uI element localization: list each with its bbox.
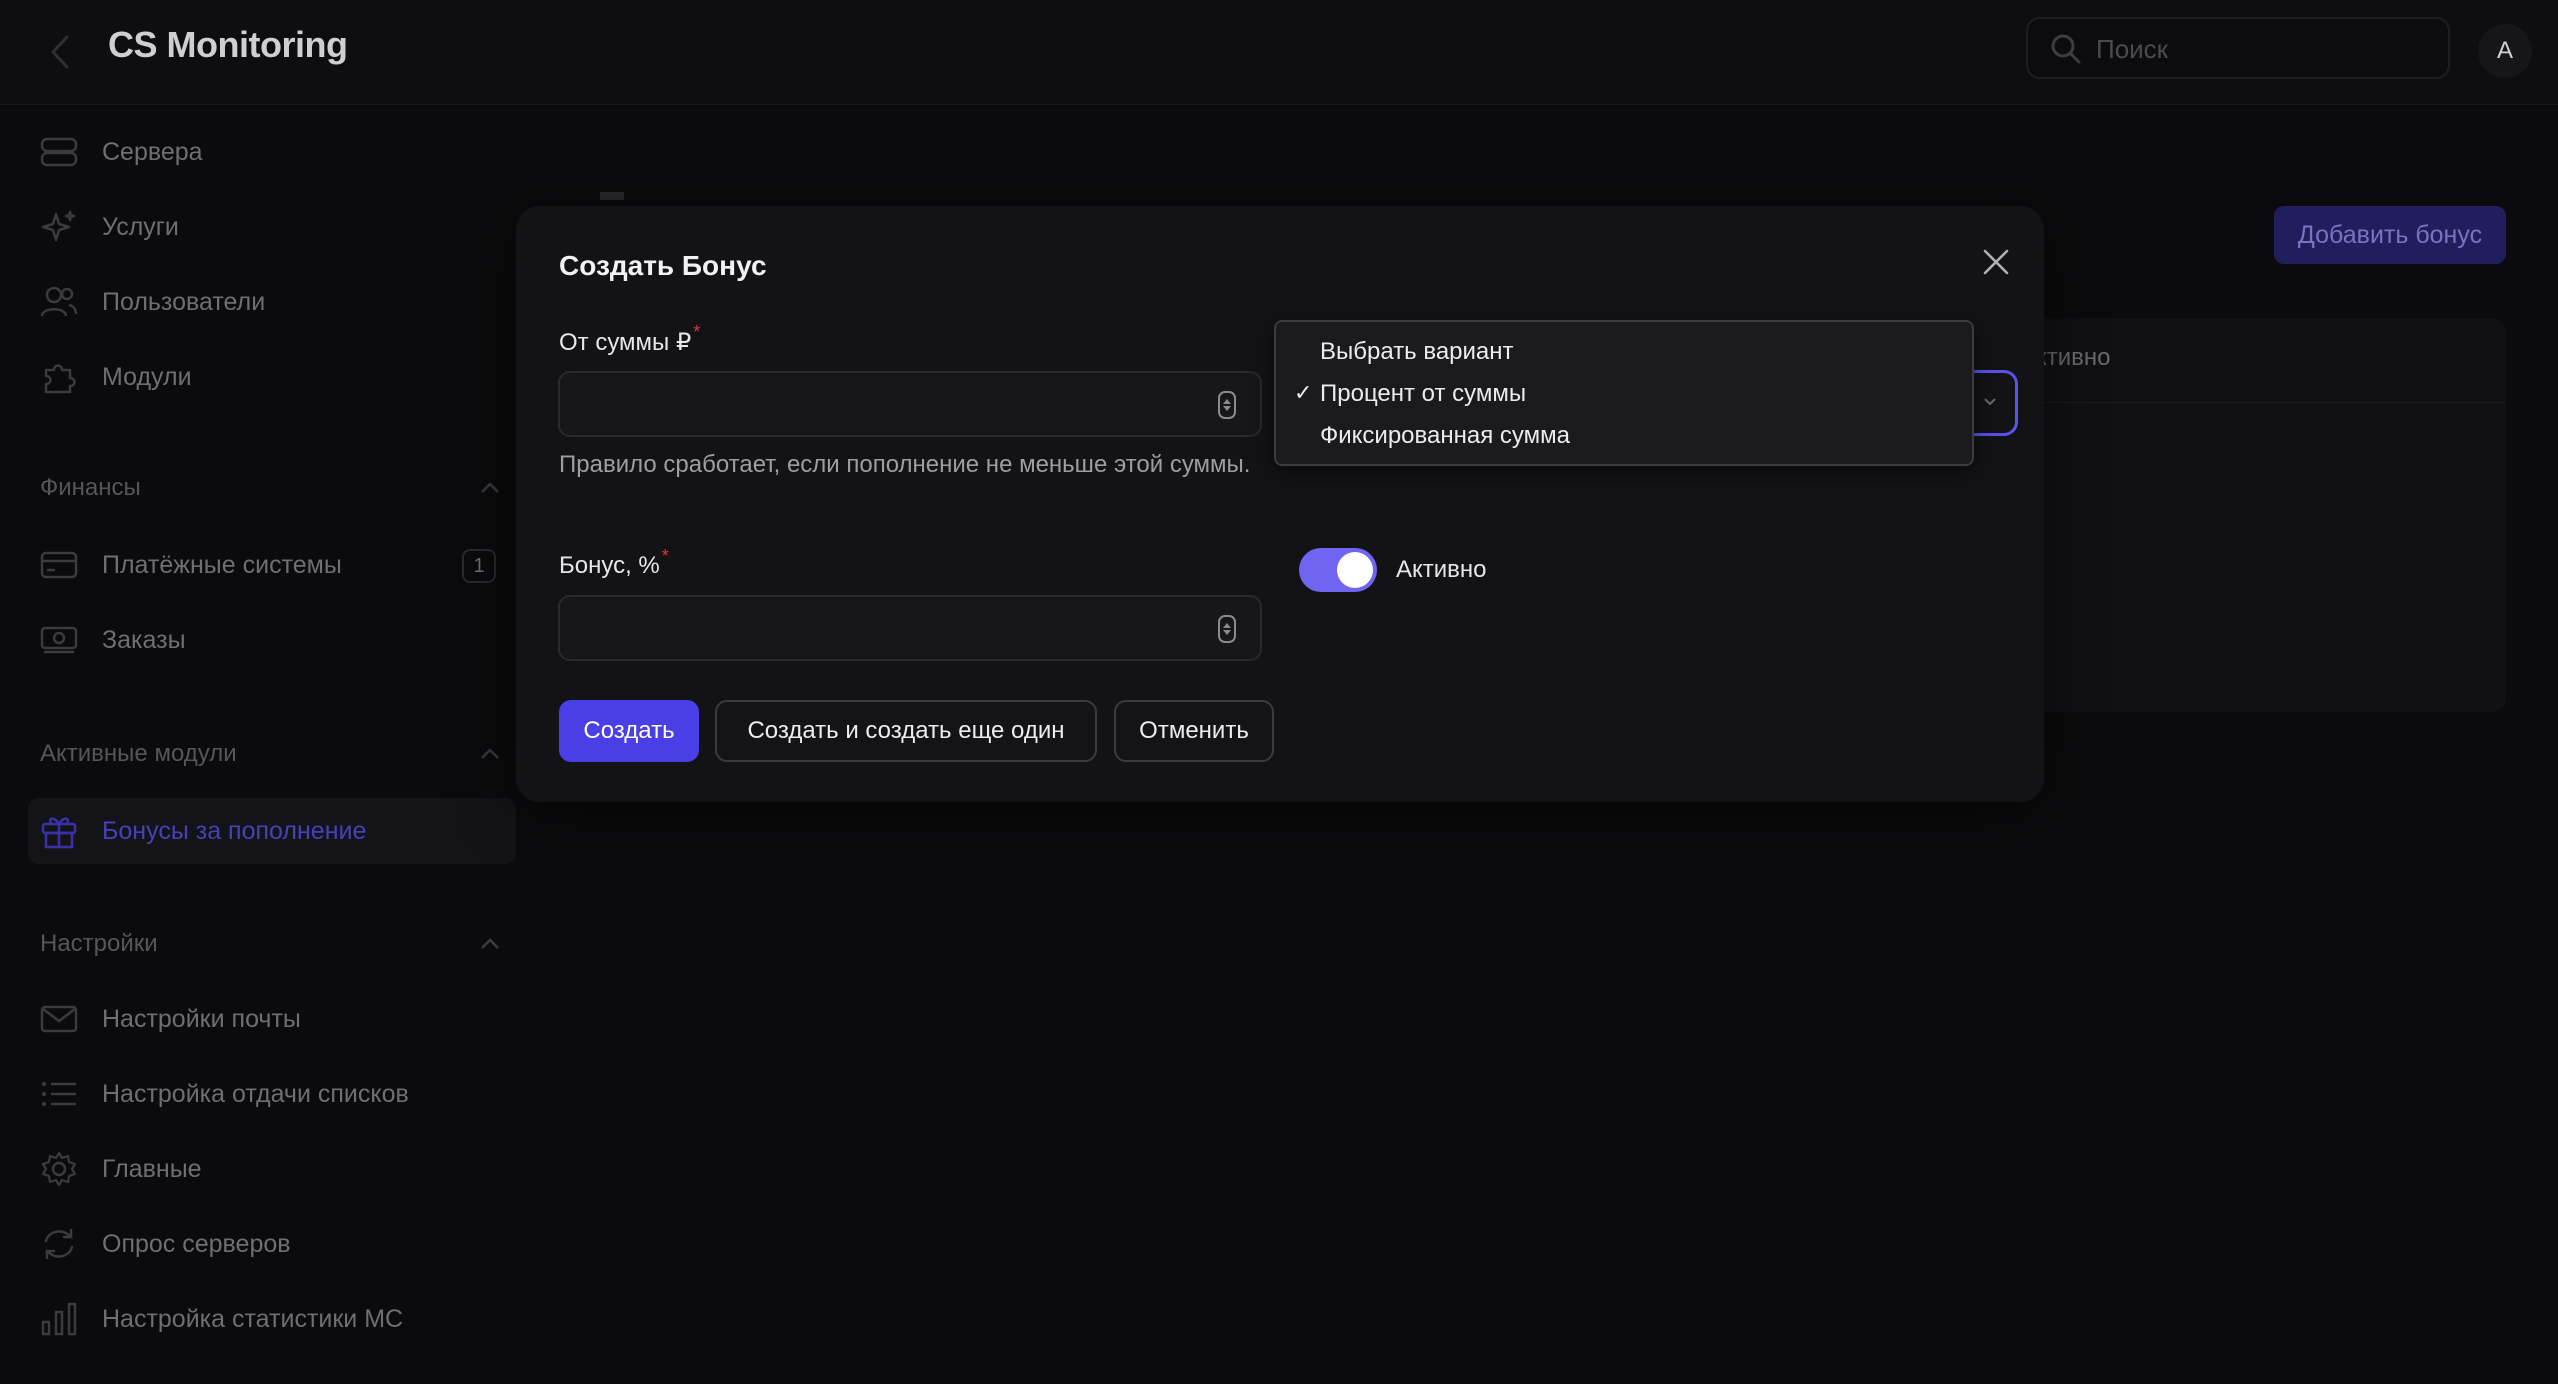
sidebar-item-label: Настройки почты	[102, 1004, 301, 1033]
dropdown-option-percent[interactable]: Процент от суммы	[1320, 380, 1526, 408]
sidebar-item-label: Главные	[102, 1154, 202, 1183]
sidebar-item-list-settings[interactable]: Настройка отдачи списков	[40, 1066, 510, 1122]
from-sum-label-text: От суммы ₽	[559, 329, 692, 356]
section-settings[interactable]: Настройки	[40, 924, 500, 964]
create-bonus-modal: Создать Бонус От суммы ₽ * Правило сработ…	[516, 206, 2044, 802]
sidebar-item-label: Опрос серверов	[102, 1229, 291, 1258]
page-title-fragment	[600, 192, 624, 200]
bonus-label: Бонус, % *	[559, 546, 669, 580]
sidebar-item-users[interactable]: Пользователи	[40, 274, 510, 330]
bonus-field[interactable]	[558, 595, 1262, 661]
sidebar-item-server-polling[interactable]: Опрос серверов	[40, 1216, 510, 1272]
bonus-type-dropdown: Выбрать вариант ✓ Процент от суммы Фикси…	[1274, 320, 1974, 466]
section-finance[interactable]: Финансы	[40, 468, 500, 508]
sidebar-item-label: Настройка статистики МС	[102, 1304, 404, 1333]
sidebar-item-ms-statistics[interactable]: Настройка статистики МС	[40, 1291, 510, 1347]
sidebar-item-mail-settings[interactable]: Настройки почты	[40, 991, 510, 1047]
section-title: Настройки	[40, 930, 158, 957]
from-sum-hint: Правило сработает, если пополнение не ме…	[559, 451, 1251, 478]
bonus-label-text: Бонус, %	[559, 552, 660, 579]
from-sum-input[interactable]	[576, 385, 1200, 425]
sparkles-icon	[40, 208, 78, 246]
sidebar-item-orders[interactable]: Заказы	[40, 612, 510, 668]
gear-icon	[40, 1150, 78, 1188]
section-active-modules[interactable]: Активные модули	[40, 734, 500, 774]
search-input[interactable]	[2094, 27, 2428, 71]
close-icon	[1983, 249, 2009, 275]
chevron-up-icon	[481, 938, 499, 949]
chevron-left-icon	[51, 35, 69, 69]
active-toggle-label: Активно	[1396, 556, 1487, 583]
checkmark-icon: ✓	[1294, 380, 1313, 405]
create-another-button[interactable]: Создать и создать еще один	[715, 700, 1097, 762]
server-icon	[40, 133, 78, 171]
sidebar-item-label: Заказы	[102, 625, 186, 654]
dropdown-option-placeholder[interactable]: Выбрать вариант	[1320, 338, 1514, 366]
required-marker: *	[693, 322, 701, 342]
section-title: Активные модули	[40, 740, 237, 767]
active-toggle[interactable]	[1299, 548, 1377, 592]
close-button[interactable]	[1974, 240, 2018, 284]
section-title: Финансы	[40, 474, 141, 501]
bonus-input[interactable]	[576, 609, 1200, 649]
sidebar-item-label: Модули	[102, 362, 192, 391]
sidebar-item-label: Сервера	[102, 137, 203, 166]
sidebar-item-label: Пользователи	[102, 287, 266, 316]
list-icon	[40, 1075, 78, 1113]
add-bonus-button[interactable]: Добавить бонус	[2274, 206, 2506, 264]
envelope-icon	[40, 1000, 78, 1038]
sidebar-item-modules[interactable]: Модули	[40, 349, 510, 405]
count-badge: 1	[462, 549, 496, 583]
chevron-up-icon	[481, 482, 499, 493]
sidebar-item-label: Бонусы за пополнение	[102, 816, 367, 845]
cancel-button[interactable]: Отменить	[1114, 700, 1274, 762]
modal-title: Создать Бонус	[559, 250, 767, 281]
search-icon	[2050, 33, 2082, 65]
sidebar-item-label: Услуги	[102, 212, 179, 241]
number-stepper-icon[interactable]	[1218, 391, 1236, 419]
chevron-down-icon	[1984, 398, 1996, 406]
dropdown-option-fixed[interactable]: Фиксированная сумма	[1320, 422, 1570, 450]
sidebar-item-general[interactable]: Главные	[40, 1141, 510, 1197]
sidebar-item-deposit-bonuses[interactable]: Бонусы за пополнение	[28, 798, 516, 864]
app-title: CS Monitoring	[108, 24, 348, 65]
toggle-knob	[1337, 552, 1373, 588]
table-column-active: ктивно	[2036, 344, 2111, 371]
users-icon	[40, 283, 78, 321]
number-stepper-icon[interactable]	[1218, 615, 1236, 643]
puzzle-icon	[40, 358, 78, 396]
sidebar-item-servers[interactable]: Сервера	[40, 124, 510, 180]
sidebar-item-payment-systems[interactable]: Платёжные системы 1	[40, 537, 510, 593]
sidebar: Сервера Услуги Пользователи Модули Финан…	[0, 104, 516, 1384]
create-button[interactable]: Создать	[559, 700, 699, 762]
chevron-up-icon	[481, 748, 499, 759]
sidebar-item-services[interactable]: Услуги	[40, 199, 510, 255]
sidebar-item-label: Платёжные системы	[102, 550, 342, 579]
avatar[interactable]: A	[2478, 24, 2532, 78]
sidebar-item-label: Настройка отдачи списков	[102, 1079, 409, 1108]
bar-chart-icon	[40, 1300, 78, 1338]
from-sum-field[interactable]	[558, 371, 1262, 437]
top-bar: CS Monitoring A	[0, 0, 2558, 105]
required-marker: *	[661, 546, 669, 566]
refresh-icon	[40, 1225, 78, 1263]
gift-icon	[40, 812, 78, 850]
back-button[interactable]	[38, 30, 82, 74]
search-box[interactable]	[2026, 17, 2450, 79]
cash-icon	[40, 621, 78, 659]
from-sum-label: От суммы ₽ *	[559, 322, 700, 357]
credit-card-icon	[40, 546, 78, 584]
